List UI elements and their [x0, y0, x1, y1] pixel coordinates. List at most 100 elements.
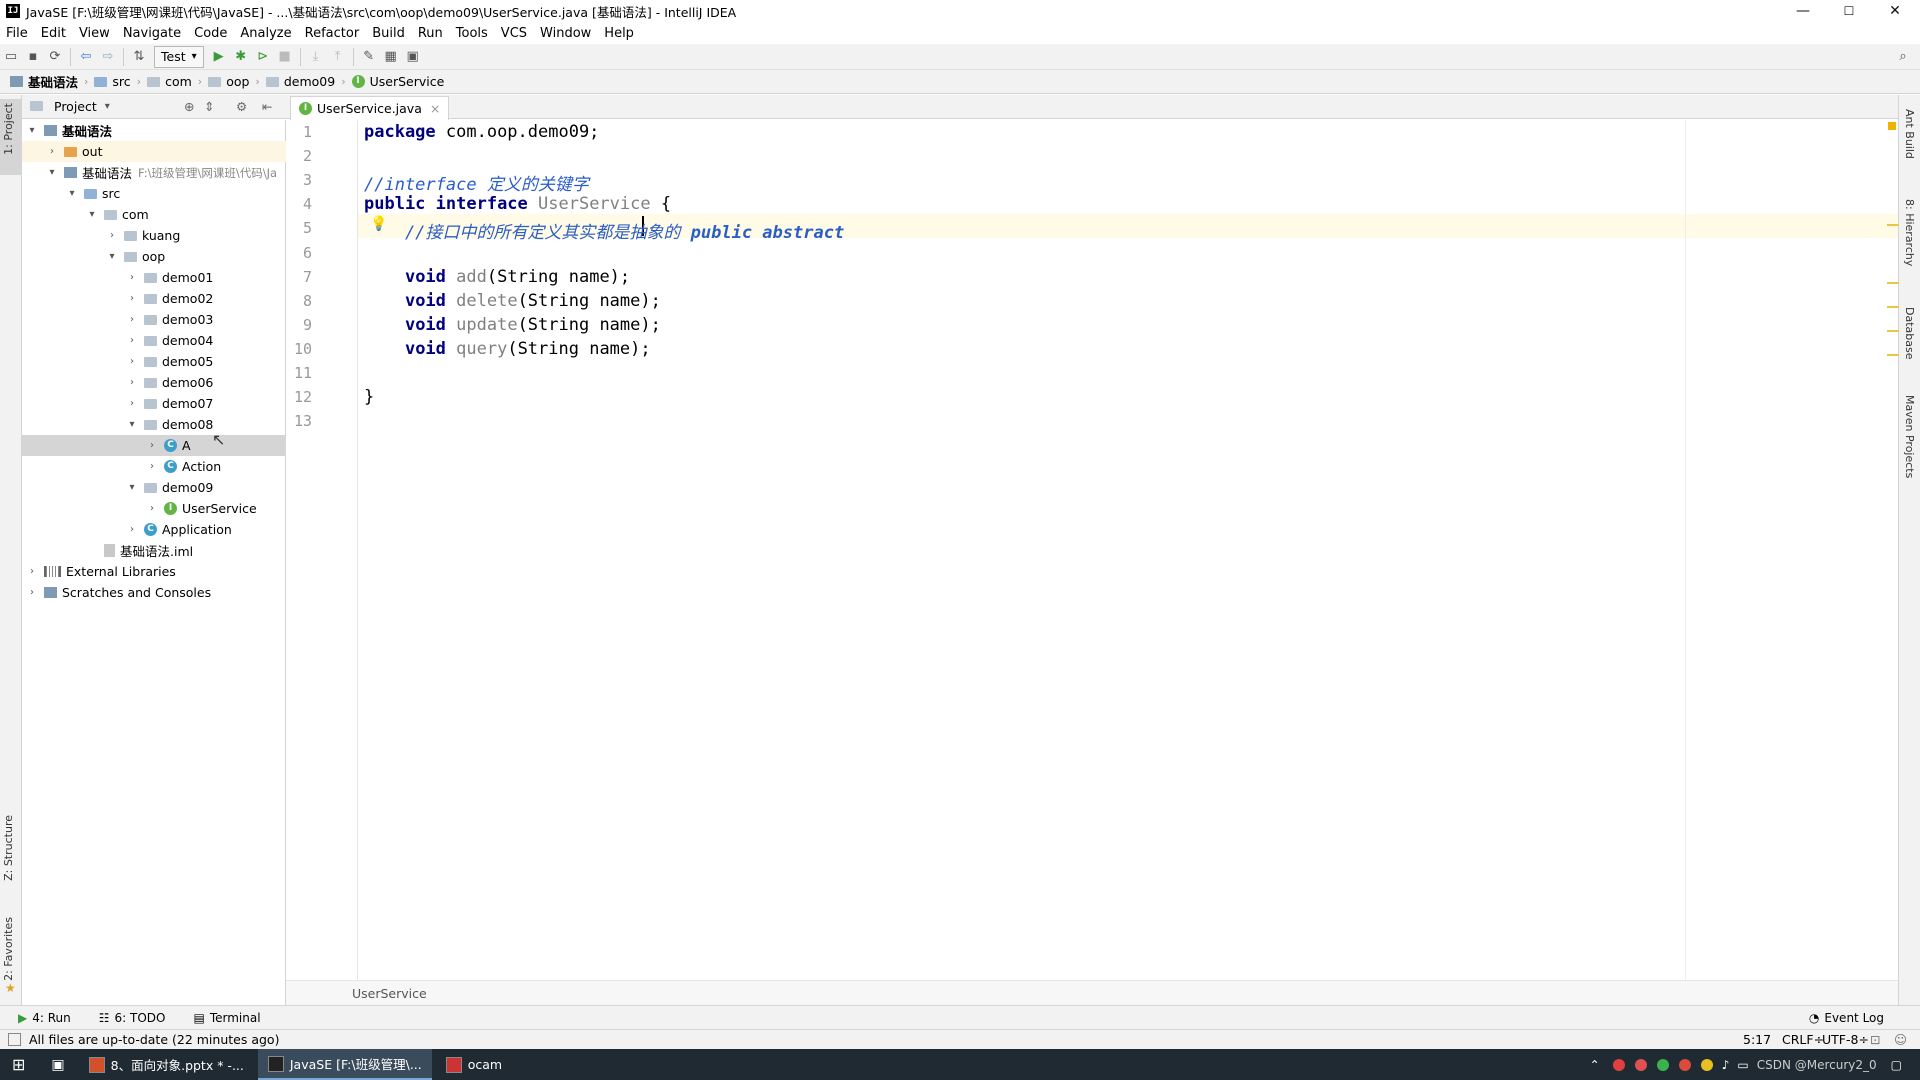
open-folder-icon[interactable]: ▭: [0, 46, 22, 68]
notification-icon[interactable]: ▢: [1891, 1058, 1902, 1072]
tool-window-6-todo[interactable]: ☷ 6: TODO: [91, 1011, 176, 1025]
sync-icon[interactable]: ⟳: [44, 46, 66, 68]
run-config-select[interactable]: Test ▾: [154, 45, 204, 68]
tab-userservice-java[interactable]: I UserService.java ×: [290, 96, 450, 120]
vcs-update-icon[interactable]: ⤓: [305, 46, 327, 68]
tray-chevron-icon[interactable]: ⌃: [1590, 1058, 1600, 1072]
close-button[interactable]: ✕: [1872, 0, 1918, 22]
chevron-down-icon[interactable]: ▾: [126, 419, 138, 430]
project-panel-title[interactable]: Project: [54, 99, 97, 114]
tree-item[interactable]: ▾ 基础语法: [22, 120, 290, 141]
breadcrumb-item[interactable]: 基础语法: [6, 72, 82, 91]
chevron-down-icon[interactable]: ▾: [106, 251, 118, 262]
maximize-button[interactable]: ☐: [1826, 0, 1872, 22]
tab-structure[interactable]: Z: Structure: [2, 815, 15, 881]
forward-icon[interactable]: ⇨: [97, 46, 119, 68]
line-separator[interactable]: CRLF÷: [1782, 1032, 1824, 1047]
chevron-right-icon[interactable]: ›: [46, 146, 58, 157]
coverage-icon[interactable]: ⊳: [252, 46, 274, 68]
chevron-right-icon[interactable]: ›: [146, 440, 158, 451]
settings-wrench-icon[interactable]: ✎: [358, 46, 380, 68]
menu-edit[interactable]: Edit: [35, 26, 73, 41]
tab-hierarchy[interactable]: 8: Hierarchy: [1903, 199, 1916, 266]
tree-item[interactable]: › External Libraries: [22, 561, 290, 582]
tab-favorites[interactable]: 2: Favorites: [2, 917, 15, 981]
chevron-down-icon[interactable]: ▾: [126, 482, 138, 493]
tool-window-4-run[interactable]: ▶ 4: Run: [10, 1011, 81, 1025]
tab-database[interactable]: Database: [1903, 307, 1916, 360]
tree-item[interactable]: › Scratches and Consoles: [22, 582, 290, 603]
save-icon[interactable]: ▪: [22, 46, 44, 68]
project-structure-icon[interactable]: ▦: [380, 46, 402, 68]
menu-refactor[interactable]: Refactor: [299, 26, 367, 41]
stripe-mark[interactable]: [1887, 224, 1899, 226]
menu-build[interactable]: Build: [366, 26, 412, 41]
taskbar-item[interactable]: ocam: [436, 1049, 512, 1080]
security-icon[interactable]: [1678, 1058, 1691, 1071]
editor-breadcrumb-item[interactable]: UserService: [352, 986, 427, 1001]
run-icon[interactable]: ▶: [208, 46, 230, 68]
minimize-button[interactable]: —: [1780, 0, 1826, 22]
breadcrumb-item[interactable]: demo09: [262, 74, 339, 89]
chevron-right-icon[interactable]: ›: [146, 461, 158, 472]
close-tab-icon[interactable]: ×: [430, 101, 440, 116]
menu-vcs[interactable]: VCS: [495, 26, 534, 41]
app-tray-icon[interactable]: [1700, 1058, 1713, 1071]
back-icon[interactable]: ⇦: [75, 46, 97, 68]
chevron-right-icon[interactable]: ›: [126, 314, 138, 325]
lock-icon[interactable]: ⊡: [1870, 1032, 1880, 1047]
menu-tools[interactable]: Tools: [450, 26, 495, 41]
menu-view[interactable]: View: [73, 26, 117, 41]
task-view-icon[interactable]: ▣: [41, 1049, 74, 1080]
chevron-right-icon[interactable]: ›: [126, 524, 138, 535]
weibo-icon[interactable]: [1634, 1058, 1647, 1071]
chevron-right-icon[interactable]: ›: [146, 503, 158, 514]
menu-help[interactable]: Help: [598, 26, 641, 41]
gear-icon[interactable]: ⚙: [236, 99, 247, 114]
build-icon[interactable]: ⇅: [128, 46, 150, 68]
taskbar-item[interactable]: 8、面向对象.pptx * -...: [79, 1049, 254, 1080]
chevron-right-icon[interactable]: ›: [126, 356, 138, 367]
menu-run[interactable]: Run: [412, 26, 450, 41]
windows-start-icon[interactable]: ⊞: [0, 1049, 37, 1080]
chevron-right-icon[interactable]: ›: [26, 566, 38, 577]
sdk-icon[interactable]: ▣: [402, 46, 424, 68]
stripe-mark[interactable]: [1887, 306, 1899, 308]
chevron-right-icon[interactable]: ›: [126, 398, 138, 409]
taskbar-item[interactable]: JavaSE [F:\班级管理\...: [257, 1049, 432, 1080]
record-icon[interactable]: [1612, 1058, 1625, 1071]
chevron-down-icon[interactable]: ▾: [46, 167, 58, 178]
tree-item[interactable]: ▾ src: [22, 183, 330, 204]
menu-analyze[interactable]: Analyze: [234, 26, 298, 41]
code-editor[interactable]: 💡 package com.oop.demo09;//interface 定义的…: [358, 120, 1898, 980]
stripe-mark[interactable]: [1887, 282, 1899, 284]
wechat-icon[interactable]: [1656, 1058, 1669, 1071]
vcs-commit-icon[interactable]: ⤒: [327, 46, 349, 68]
chevron-right-icon[interactable]: ›: [126, 272, 138, 283]
menu-navigate[interactable]: Navigate: [117, 26, 188, 41]
collapse-icon[interactable]: ⇕: [204, 99, 214, 114]
breadcrumb-item[interactable]: com: [143, 74, 196, 89]
tree-item[interactable]: › out: [22, 141, 310, 162]
tab-maven-projects[interactable]: Maven Projects: [1903, 395, 1916, 478]
hide-icon[interactable]: ⇤: [262, 99, 272, 114]
breadcrumb-item[interactable]: src: [90, 74, 134, 89]
tab-project[interactable]: 1: Project: [2, 103, 15, 155]
menu-file[interactable]: File: [0, 26, 35, 41]
caret-position[interactable]: 5:17: [1743, 1032, 1771, 1047]
breadcrumb-item[interactable]: I UserService: [348, 74, 449, 89]
chevron-right-icon[interactable]: ›: [26, 587, 38, 598]
chevron-right-icon[interactable]: ›: [106, 230, 118, 241]
chevron-right-icon[interactable]: ›: [126, 293, 138, 304]
chevron-down-icon[interactable]: ▾: [86, 209, 98, 220]
locate-icon[interactable]: ⊕: [184, 99, 194, 114]
stripe-mark[interactable]: [1887, 354, 1899, 356]
tab-ant-build[interactable]: Ant Build: [1903, 109, 1916, 159]
debug-icon[interactable]: ✱: [230, 46, 252, 68]
inspection-status-icon[interactable]: [1888, 122, 1896, 130]
menu-window[interactable]: Window: [534, 26, 598, 41]
event-log-button[interactable]: ◔ Event Log: [1809, 1011, 1884, 1025]
chevron-down-icon[interactable]: ▾: [26, 125, 38, 136]
chevron-right-icon[interactable]: ›: [126, 377, 138, 388]
network-icon[interactable]: ▭: [1737, 1058, 1748, 1072]
